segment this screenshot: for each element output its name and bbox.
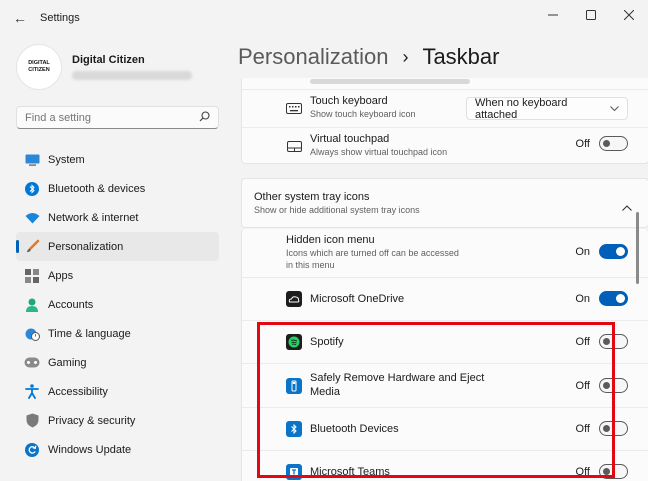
user-profile[interactable]: DIGITAL CITIZEN Digital Citizen [16,44,192,90]
close-button[interactable] [610,0,648,30]
touch-keyboard-row: Touch keyboard Show touch keyboard icon … [242,90,648,127]
update-icon [24,442,40,458]
tray-section-title: Other system tray icons [254,191,370,203]
keyboard-icon [286,101,302,117]
back-button[interactable]: ← [6,4,34,32]
virtual-touchpad-toggle[interactable] [599,136,628,151]
sidebar-item-personalization[interactable]: Personalization [16,232,219,261]
hidden-icon-menu-subtitle: Icons which are turned off can be access… [286,248,459,270]
sidebar-item-privacy-security[interactable]: Privacy & security [16,406,219,435]
bluetooth-icon [286,421,302,437]
title-bar: ← Settings [0,0,648,36]
tray-item-spotify: Spotify Off [242,321,648,363]
close-icon [624,10,634,20]
sidebar-item-accessibility[interactable]: Accessibility [16,377,219,406]
touchpad-icon [286,138,302,154]
breadcrumb-parent[interactable]: Personalization [238,44,388,70]
profile-email-blurred [72,71,192,80]
bluetooth-devices-toggle[interactable] [599,421,628,436]
onedrive-toggle[interactable] [599,291,628,306]
hidden-icon-menu-toggle[interactable] [599,244,628,259]
minimize-icon [548,14,558,16]
settings-content: Touch keyboard Show touch keyboard icon … [238,78,648,481]
sidebar-item-system[interactable]: System [16,145,219,174]
search-icon[interactable] [199,110,210,125]
search-box[interactable] [16,106,219,129]
brush-icon [24,239,40,255]
onedrive-icon [286,291,302,307]
tray-item-bluetooth-devices: Bluetooth Devices Off [242,408,648,450]
virtual-touchpad-state: Off [575,137,590,150]
other-tray-icons-header[interactable]: Other system tray icons Show or hide add… [241,178,648,228]
minimize-button[interactable] [534,0,572,30]
window-controls [534,0,648,30]
apps-icon [24,268,40,284]
tray-item-microsoft-teams: Microsoft Teams Off [242,451,648,481]
virtual-touchpad-row: Virtual touchpad Always show virtual tou… [242,128,648,164]
tray-item-onedrive: Microsoft OneDrive On [242,278,648,320]
content-scrollbar[interactable] [636,212,639,284]
spotify-state: Off [575,335,590,348]
usb-icon [286,377,302,394]
teams-icon [286,464,302,480]
maximize-icon [586,10,596,20]
chevron-down-icon [610,103,619,115]
sidebar-item-apps[interactable]: Apps [16,261,219,290]
touch-keyboard-selected-value: When no keyboard attached [475,96,568,121]
sidebar-item-bluetooth[interactable]: Bluetooth & devices [16,174,219,203]
breadcrumb-separator: › [402,46,409,67]
chevron-up-icon[interactable] [622,198,632,216]
globe-clock-icon [24,326,40,342]
page-title: Taskbar [422,44,500,69]
app-title: Settings [40,12,80,24]
monitor-icon [24,152,40,168]
breadcrumb: Personalization › Taskbar [238,44,499,70]
gamepad-icon [24,355,40,371]
hidden-icon-menu-state: On [575,245,590,258]
sidebar-item-network[interactable]: Network & internet [16,203,219,232]
spotify-title: Spotify [310,336,344,348]
teams-title: Microsoft Teams [310,466,390,478]
sidebar-item-windows-update[interactable]: Windows Update [16,435,219,464]
virtual-touchpad-title: Virtual touchpad [310,133,390,145]
safely-remove-toggle[interactable] [599,378,628,393]
avatar: DIGITAL CITIZEN [16,44,62,90]
onedrive-title: Microsoft OneDrive [310,293,405,305]
tray-items-list: Hidden icon menu Icons which are turned … [241,229,648,481]
accessibility-icon [24,384,40,400]
back-arrow-icon: ← [13,10,27,26]
tray-item-safely-remove-hardware: Safely Remove Hardware and Eject Media O… [242,364,648,407]
hidden-icon-menu-title: Hidden icon menu [286,234,375,246]
teams-state: Off [575,465,590,478]
wifi-icon [24,210,40,226]
virtual-touchpad-subtitle: Always show virtual touchpad icon [310,147,448,157]
scrolled-text-fragment [310,79,470,84]
touch-keyboard-dropdown[interactable]: When no keyboard attached [466,96,628,121]
onedrive-state: On [575,292,590,305]
safely-remove-title: Safely Remove Hardware and Eject Media [310,372,485,398]
profile-name: Digital Citizen [72,54,145,66]
touch-keyboard-subtitle: Show touch keyboard icon [310,109,416,119]
person-icon [24,297,40,313]
taskbar-corner-icons-card: Touch keyboard Show touch keyboard icon … [241,78,648,164]
sidebar-item-gaming[interactable]: Gaming [16,348,219,377]
maximize-button[interactable] [572,0,610,30]
sidebar-nav: System Bluetooth & devices Network & int… [16,145,219,464]
bluetooth-devices-state: Off [575,422,590,435]
sidebar-item-accounts[interactable]: Accounts [16,290,219,319]
bluetooth-icon [24,181,40,197]
tray-item-hidden-icon-menu: Hidden icon menu Icons which are turned … [242,229,648,277]
bluetooth-devices-title: Bluetooth Devices [310,423,399,435]
search-input[interactable] [25,111,199,124]
teams-toggle[interactable] [599,464,628,479]
sidebar-item-time-language[interactable]: Time & language [16,319,219,348]
touch-keyboard-title: Touch keyboard [310,95,388,107]
shield-icon [24,413,40,429]
safely-remove-state: Off [575,379,590,392]
spotify-toggle[interactable] [599,334,628,349]
tray-section-subtitle: Show or hide additional system tray icon… [254,205,420,215]
spotify-icon [286,334,302,350]
